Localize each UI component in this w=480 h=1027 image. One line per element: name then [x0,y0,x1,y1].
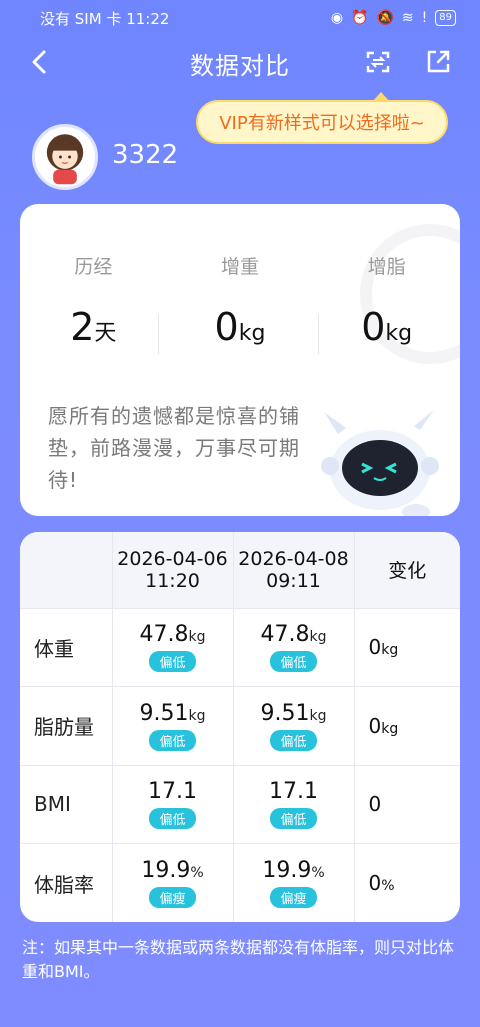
value-cell: 47.8kg 偏低 [233,607,355,687]
table-header-row: 2026-04-06 11:20 2026-04-08 09:11 变化 [20,532,460,608]
stat-label: 增脂 [367,256,406,278]
metric-name: 体脂率 [20,843,113,922]
unit: kg [309,707,327,724]
username: 3322 [112,140,179,170]
page-title: 数据对比 [190,52,290,80]
stat-unit: kg [238,321,266,346]
value: 17.1 [148,779,197,805]
status-badge: 偏低 [149,808,196,830]
comparison-table: 2026-04-06 11:20 2026-04-08 09:11 变化 体重 … [20,532,460,922]
value: 9.51 [139,700,189,726]
status-badge: 偏低 [270,651,317,673]
stat-number: 0 [361,305,386,349]
change-cell: 0kg [354,686,460,765]
eye-icon: ◉ [330,10,344,26]
status-badge: 偏低 [270,808,317,830]
divider [158,314,159,354]
comparison-table-card: 2026-04-06 11:20 2026-04-08 09:11 变化 体重 … [20,532,460,922]
stat-number: 0 [214,305,239,349]
header-date-2: 2026-04-08 09:11 [233,532,355,608]
avatar[interactable] [32,124,98,190]
mute-icon: 🔕 [376,10,394,26]
header: 数据对比 [0,36,480,88]
stat-unit: kg [385,321,413,346]
stat-label: 增重 [221,256,260,278]
motivational-quote: 愿所有的遗憾都是惊喜的铺垫，前路漫漫，万事尽可期待! [48,404,300,492]
value-cell: 17.1 偏低 [112,764,234,844]
header-empty [20,532,113,608]
header-date-1: 2026-04-06 11:20 [112,532,234,608]
change-cell: 0% [354,843,460,922]
divider [318,314,319,354]
value-cell: 19.9% 偏瘦 [112,843,234,922]
unit: % [311,865,325,881]
change-value: 0 [368,792,382,817]
header-change: 变化 [388,560,427,583]
robot-mascot-icon [321,410,439,516]
change-cell: 0kg [354,607,460,687]
status-text: 没有 SIM 卡 11:22 [40,9,170,28]
value: 17.1 [269,779,318,805]
battery-icon: 89 [435,10,456,26]
unit: kg [309,629,327,646]
change-value: 0 [368,635,382,660]
alarm-icon: ⏰ [351,10,369,26]
value: 19.9 [262,858,312,883]
status-bar: 没有 SIM 卡 11:22 ◉ ⏰ 🔕 ≋ ! 89 [0,0,480,36]
switch-icon[interactable] [364,48,392,76]
stat-value: 2天 [20,305,167,349]
stat-label: 历经 [74,256,113,278]
change-cell: 0 [354,764,460,844]
summary-stats: 历经 2天 增重 0kg 增脂 0kg [20,252,460,349]
unit: kg [381,720,399,737]
footnote: 注：如果其中一条数据或两条数据都没有体脂率，则只对比体重和BMI。 [22,938,455,981]
value: 47.8 [260,622,310,648]
table-row: 脂肪量 9.51kg 偏低 9.51kg 偏低 0kg [20,686,460,765]
metric-name: BMI [20,764,113,844]
status-badge: 偏低 [149,729,196,751]
value: 9.51 [260,700,310,726]
unit: % [381,878,395,894]
status-badge: 偏低 [149,651,196,673]
status-badge: 偏低 [270,729,317,751]
status-badge: 偏瘦 [270,887,317,908]
value-cell: 47.8kg 偏低 [112,607,234,687]
metric-name: 体重 [20,607,113,687]
metric-name: 脂肪量 [20,686,113,765]
wifi-icon: ≋ [401,10,414,26]
value-cell: 9.51kg 偏低 [112,686,234,765]
header-time: 09:11 [266,569,321,592]
unit: % [190,865,204,881]
share-icon[interactable] [424,48,452,76]
value: 47.8 [139,622,189,648]
stat-unit: 天 [94,321,117,346]
value: 19.9 [141,858,191,883]
table-row: 体脂率 19.9% 偏瘦 19.9% 偏瘦 0% [20,843,460,922]
girl-avatar-icon [46,134,84,185]
unit: kg [188,629,206,646]
value-cell: 17.1 偏低 [233,764,355,844]
value-cell: 19.9% 偏瘦 [233,843,355,922]
header-time: 11:20 [145,569,200,592]
stat-value: 0kg [167,305,314,349]
header-date: 2026-04-08 [238,547,349,570]
vip-bubble[interactable]: VIP有新样式可以选择啦~ [196,92,448,144]
summary-card: 历经 2天 增重 0kg 增脂 0kg 愿所有的遗憾都是惊喜的铺垫，前路漫漫，万… [20,204,460,516]
value-cell: 9.51kg 偏低 [233,686,355,765]
table-row: 体重 47.8kg 偏低 47.8kg 偏低 0kg [20,607,460,687]
stat-number: 2 [70,305,95,349]
status-badge: 偏瘦 [149,887,196,908]
stat-days: 历经 2天 [20,252,167,349]
unit: kg [381,642,399,659]
table-row: BMI 17.1 偏低 17.1 偏低 0 [20,764,460,844]
change-value: 0 [368,713,382,738]
status-icons: ◉ ⏰ 🔕 ≋ ! 89 [331,10,456,26]
stat-fat-gain: 增脂 0kg [313,252,460,349]
change-value: 0 [368,871,382,895]
header-date: 2026-04-06 [117,547,228,570]
unit: kg [188,707,206,724]
stat-weight-gain: 增重 0kg [167,252,314,349]
alert-icon: ! [421,10,428,26]
stat-value: 0kg [313,305,460,349]
